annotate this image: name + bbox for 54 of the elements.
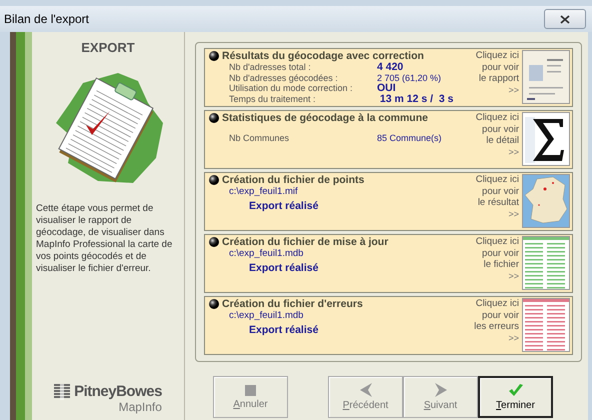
sigma-thumbnail[interactable]: [522, 112, 570, 166]
stat-label: Nb d'adresses total :: [229, 62, 312, 72]
step-heading: EXPORT: [81, 40, 135, 55]
logo-product: MapInfo: [118, 400, 162, 414]
table-thumbnail[interactable]: [522, 298, 570, 352]
stat-label: Utilisation du mode correction :: [229, 83, 354, 94]
stat-value: 85 Commune(s): [377, 133, 443, 144]
export-status: Export réalisé: [248, 200, 320, 212]
logo-name: PitneyBowes: [74, 383, 162, 400]
stat-value: 13 m 12 s / 3 s: [378, 94, 454, 104]
close-button[interactable]: [544, 9, 586, 29]
stat-value: 2 705 (61,20 %): [377, 72, 442, 83]
step-description: Cette étape vous permet de visualiser le rapport de géocodage, de visualiser dans MapInfo Professional la carte de vos points géocodés et de visualiser le fichier d'erreur.: [35, 203, 174, 275]
stat-label: Nb Communes: [229, 133, 290, 144]
export-status: Export réalisé: [248, 324, 320, 336]
view-link[interactable]: Cliquez ici pour voir les erreurs: [474, 298, 519, 332]
more-link[interactable]: >>: [508, 208, 519, 218]
section-title: Statistiques de géocodage à la commune: [222, 112, 428, 124]
view-link[interactable]: Cliquez ici pour voir le détail: [476, 112, 519, 146]
more-link[interactable]: >>: [508, 84, 519, 94]
section-title: Résultats du géocodage avec correction: [222, 50, 424, 62]
bullet-icon: [209, 175, 219, 185]
more-link[interactable]: >>: [508, 332, 519, 342]
bullet-icon: [209, 51, 219, 61]
bullet-icon: [209, 113, 219, 123]
wizard-button[interactable]: Terminer: [478, 376, 553, 418]
next-arrow-icon: [434, 383, 446, 397]
view-link[interactable]: Cliquez ici pour voir le résultat: [476, 174, 519, 208]
more-link[interactable]: >>: [508, 146, 519, 156]
more-link[interactable]: >>: [508, 270, 519, 280]
stat-label: Nb d'adresses géocodées :: [229, 72, 339, 83]
file-path: c:\exp_feuil1.mdb: [228, 310, 304, 321]
section-title: Création du fichier d'erreurs: [222, 298, 363, 310]
close-icon: [560, 14, 570, 24]
file-path: c:\exp_feuil1.mdb: [228, 248, 304, 259]
section-title: Création du fichier de mise à jour: [222, 236, 388, 248]
stat-value: OUI: [377, 83, 397, 94]
back-arrow-icon: [360, 383, 372, 397]
map-thumbnail[interactable]: [522, 174, 570, 228]
view-link[interactable]: Cliquez ici pour voir le fichier: [476, 236, 519, 270]
view-link[interactable]: Cliquez ici pour voir le rapport: [476, 50, 519, 84]
stop-icon: [245, 384, 256, 396]
window-title: Bilan de l'export: [4, 12, 90, 26]
logo-icon: [54, 384, 70, 400]
stat-label: Temps du traitement :: [229, 94, 317, 104]
check-icon: [508, 384, 522, 396]
bullet-icon: [209, 299, 219, 309]
report-thumbnail[interactable]: [522, 50, 570, 104]
section-title: Création du fichier de points: [222, 174, 364, 186]
export-status: Export réalisé: [248, 262, 320, 274]
stat-value: 4 420: [377, 62, 404, 72]
bullet-icon: [209, 237, 219, 247]
table-thumbnail[interactable]: [522, 236, 570, 290]
file-path: c:\exp_feuil1.mif: [228, 186, 299, 197]
